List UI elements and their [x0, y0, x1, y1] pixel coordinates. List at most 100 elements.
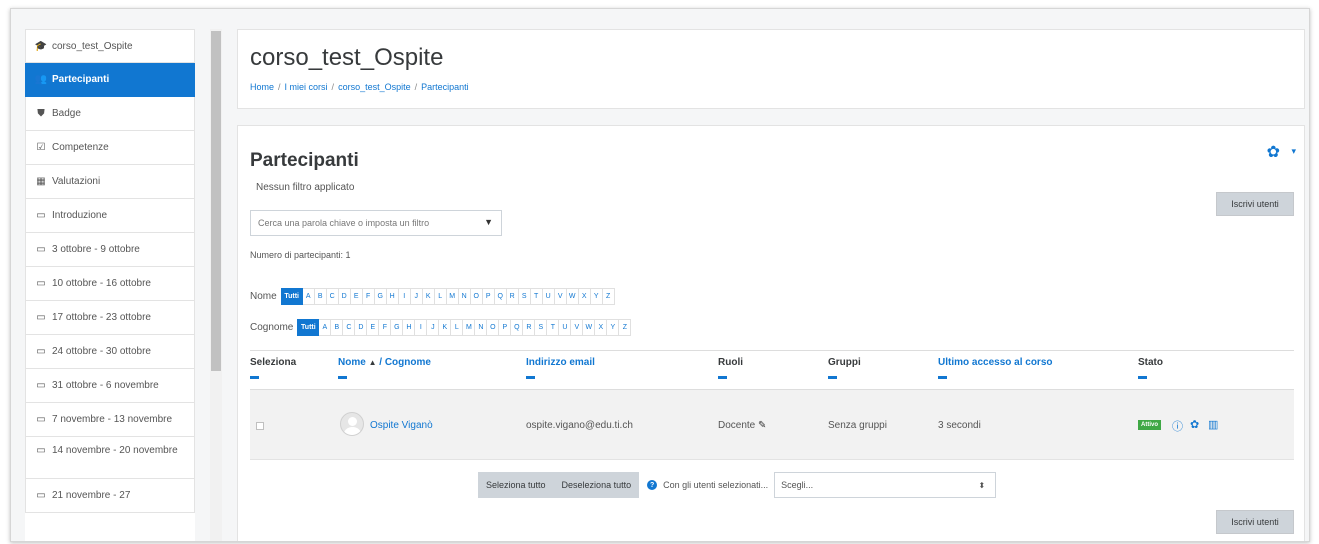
lastname-initial-o[interactable]: O [487, 319, 500, 336]
firstname-initial-l[interactable]: L [434, 288, 447, 305]
lastname-initial-b[interactable]: B [331, 319, 344, 336]
lastname-initial-w[interactable]: W [583, 319, 596, 336]
firstname-initial-f[interactable]: F [362, 288, 375, 305]
header-email[interactable]: Indirizzo email [526, 357, 595, 379]
lastname-initial-r[interactable]: R [523, 319, 536, 336]
firstname-initial-r[interactable]: R [506, 288, 519, 305]
breadcrumb-my-courses[interactable]: I miei corsi [285, 82, 328, 92]
sidebar-item-17-ottobre-23-ottobre[interactable]: ▭ 17 ottobre - 23 ottobre [25, 301, 195, 335]
lastname-initial-m[interactable]: M [463, 319, 476, 336]
firstname-initial-k[interactable]: K [422, 288, 435, 305]
lastname-initial-t[interactable]: T [547, 319, 560, 336]
lastname-initial-e[interactable]: E [367, 319, 380, 336]
folder-icon: ▭ [36, 380, 46, 391]
scrollbar-thumb[interactable] [211, 31, 221, 371]
lastname-initial-c[interactable]: C [343, 319, 356, 336]
firstname-initial-s[interactable]: S [518, 288, 531, 305]
graduation-cap-icon: 🎓 [34, 40, 48, 52]
sidebar-item-14-novembre-20-novembre[interactable]: ▭ 14 novembre - 20 novembre [25, 437, 195, 479]
firstname-initial-g[interactable]: G [374, 288, 387, 305]
firstname-initial-a[interactable]: A [302, 288, 315, 305]
lastname-initial-h[interactable]: H [403, 319, 416, 336]
trash-icon[interactable]: ▥ [1208, 418, 1218, 431]
enrol-users-button-bottom[interactable]: Iscrivi utenti [1216, 510, 1294, 534]
firstname-initial-x[interactable]: X [578, 288, 591, 305]
breadcrumb-course[interactable]: corso_test_Ospite [338, 82, 411, 92]
sidebar-item-valutazioni[interactable]: ▦ Valutazioni [25, 165, 195, 199]
lastname-initial-f[interactable]: F [379, 319, 392, 336]
firstname-initial-e[interactable]: E [350, 288, 363, 305]
firstname-all-button[interactable]: Tutti [280, 288, 303, 305]
filter-status: Nessun filtro applicato [256, 182, 355, 193]
lastname-initial-k[interactable]: K [439, 319, 452, 336]
lastname-initial-p[interactable]: P [499, 319, 512, 336]
lastname-initial-a[interactable]: A [319, 319, 332, 336]
sidebar-item-label: Introduzione [52, 210, 108, 221]
caret-down-icon[interactable]: ▼ [484, 217, 493, 227]
firstname-initial-d[interactable]: D [338, 288, 351, 305]
sidebar-item-21-novembre-27[interactable]: ▭ 21 novembre - 27 [25, 479, 195, 513]
lastname-initial-i[interactable]: I [415, 319, 428, 336]
lastname-initial-v[interactable]: V [571, 319, 584, 336]
lastname-all-button[interactable]: Tutti [297, 319, 320, 336]
lastname-initial-z[interactable]: Z [619, 319, 632, 336]
lastname-initial-q[interactable]: Q [511, 319, 524, 336]
select-all-button[interactable]: Seleziona tutto [478, 472, 554, 498]
checkbox-icon: ☑ [36, 142, 46, 153]
sidebar-item-competenze[interactable]: ☑ Competenze [25, 131, 195, 165]
search-input[interactable]: Cerca una parola chiave o imposta un fil… [250, 210, 502, 236]
lastname-initial-g[interactable]: G [391, 319, 404, 336]
gear-icon[interactable]: ✿ [1190, 418, 1199, 431]
firstname-initial-n[interactable]: N [458, 288, 471, 305]
sidebar-item-corso-test-ospite[interactable]: 🎓 corso_test_Ospite [25, 29, 195, 63]
lastname-initial-l[interactable]: L [451, 319, 464, 336]
header-surname[interactable]: / Cognome [379, 357, 431, 368]
deselect-all-button[interactable]: Deseleziona tutto [553, 472, 640, 498]
sidebar-scrollbar[interactable] [210, 29, 222, 541]
sidebar-item-partecipanti[interactable]: 👥 Partecipanti [25, 63, 195, 97]
firstname-initial-q[interactable]: Q [494, 288, 507, 305]
sidebar-item-badge[interactable]: ⛊ Badge [25, 97, 195, 131]
firstname-initial-j[interactable]: J [410, 288, 423, 305]
breadcrumb-home[interactable]: Home [250, 82, 274, 92]
sidebar-item-7-novembre-13-novembre[interactable]: ▭ 7 novembre - 13 novembre [25, 403, 195, 437]
lastname-initial-j[interactable]: J [427, 319, 440, 336]
sidebar-item-introduzione[interactable]: ▭ Introduzione [25, 199, 195, 233]
info-icon[interactable]: ⓘ [1172, 418, 1183, 434]
firstname-initial-y[interactable]: Y [590, 288, 603, 305]
firstname-initial-p[interactable]: P [482, 288, 495, 305]
header-last-access[interactable]: Ultimo accesso al corso [938, 357, 1053, 379]
row-select-checkbox[interactable] [256, 422, 264, 430]
lastname-initial-s[interactable]: S [535, 319, 548, 336]
avatar[interactable] [340, 412, 364, 436]
firstname-initial-h[interactable]: H [386, 288, 399, 305]
firstname-initial-b[interactable]: B [314, 288, 327, 305]
header-name[interactable]: Nome ▲ / Cognome [338, 357, 431, 379]
firstname-initial-t[interactable]: T [530, 288, 543, 305]
bulk-action-select[interactable]: Scegli... ⬍ [774, 472, 997, 498]
user-name-link[interactable]: Ospite Viganò [370, 420, 433, 431]
lastname-initial-n[interactable]: N [475, 319, 488, 336]
sidebar-item-3-ottobre-9-ottobre[interactable]: ▭ 3 ottobre - 9 ottobre [25, 233, 195, 267]
chevron-down-icon[interactable]: ▾ [1291, 146, 1296, 157]
lastname-initial-y[interactable]: Y [607, 319, 620, 336]
firstname-initial-v[interactable]: V [554, 288, 567, 305]
sidebar-item-24-ottobre-30-ottobre[interactable]: ▭ 24 ottobre - 30 ottobre [25, 335, 195, 369]
sidebar-item-31-ottobre-6-novembre[interactable]: ▭ 31 ottobre - 6 novembre [25, 369, 195, 403]
help-icon[interactable]: ? [647, 480, 658, 490]
firstname-initial-i[interactable]: I [398, 288, 411, 305]
lastname-initial-u[interactable]: U [559, 319, 572, 336]
pencil-icon[interactable]: ✎ [758, 420, 766, 431]
lastname-initial-d[interactable]: D [355, 319, 368, 336]
firstname-initial-m[interactable]: M [446, 288, 459, 305]
firstname-initial-o[interactable]: O [470, 288, 483, 305]
firstname-initial-z[interactable]: Z [602, 288, 615, 305]
gear-icon[interactable]: ✿ [1267, 142, 1280, 162]
lastname-initial-x[interactable]: X [595, 319, 608, 336]
breadcrumb-participants[interactable]: Partecipanti [421, 82, 469, 92]
sidebar-item-10-ottobre-16-ottobre[interactable]: ▭ 10 ottobre - 16 ottobre [25, 267, 195, 301]
enrol-users-button-top[interactable]: Iscrivi utenti [1216, 192, 1294, 216]
firstname-initial-w[interactable]: W [566, 288, 579, 305]
firstname-initial-c[interactable]: C [326, 288, 339, 305]
firstname-initial-u[interactable]: U [542, 288, 555, 305]
